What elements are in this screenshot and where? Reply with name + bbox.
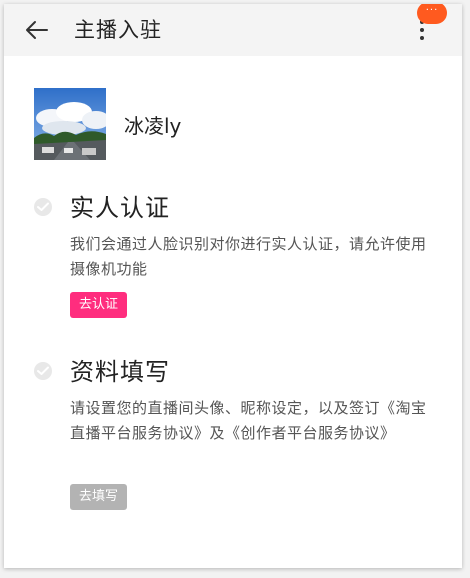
- back-arrow-icon[interactable]: [24, 17, 50, 43]
- avatar: [34, 88, 106, 160]
- username: 冰凌ly: [124, 114, 182, 138]
- notification-badge[interactable]: ···: [417, 4, 447, 24]
- step-description: 我们会通过人脸识别对你进行实人认证，请允许使用摄像机功能: [70, 235, 427, 278]
- step-description: 请设置您的直播间头像、昵称设定，以及签订《淘宝直播平台服务协议》及《创作者平台服…: [70, 399, 427, 442]
- page-title: 主播入驻: [74, 18, 162, 42]
- app-window: 主播入驻 ··· 冰凌ly 实人认证 我们会通过人脸识别对你进行实人认证，请允许…: [4, 4, 462, 568]
- step-title: 资料填写: [70, 358, 170, 386]
- go-verify-button[interactable]: 去认证: [70, 292, 128, 318]
- go-fill-in-button[interactable]: 去填写: [70, 484, 128, 510]
- step-title: 实人认证: [70, 194, 170, 222]
- step-status-icon: [34, 198, 52, 216]
- step-status-icon: [34, 362, 52, 380]
- top-bar: 主播入驻: [4, 4, 462, 56]
